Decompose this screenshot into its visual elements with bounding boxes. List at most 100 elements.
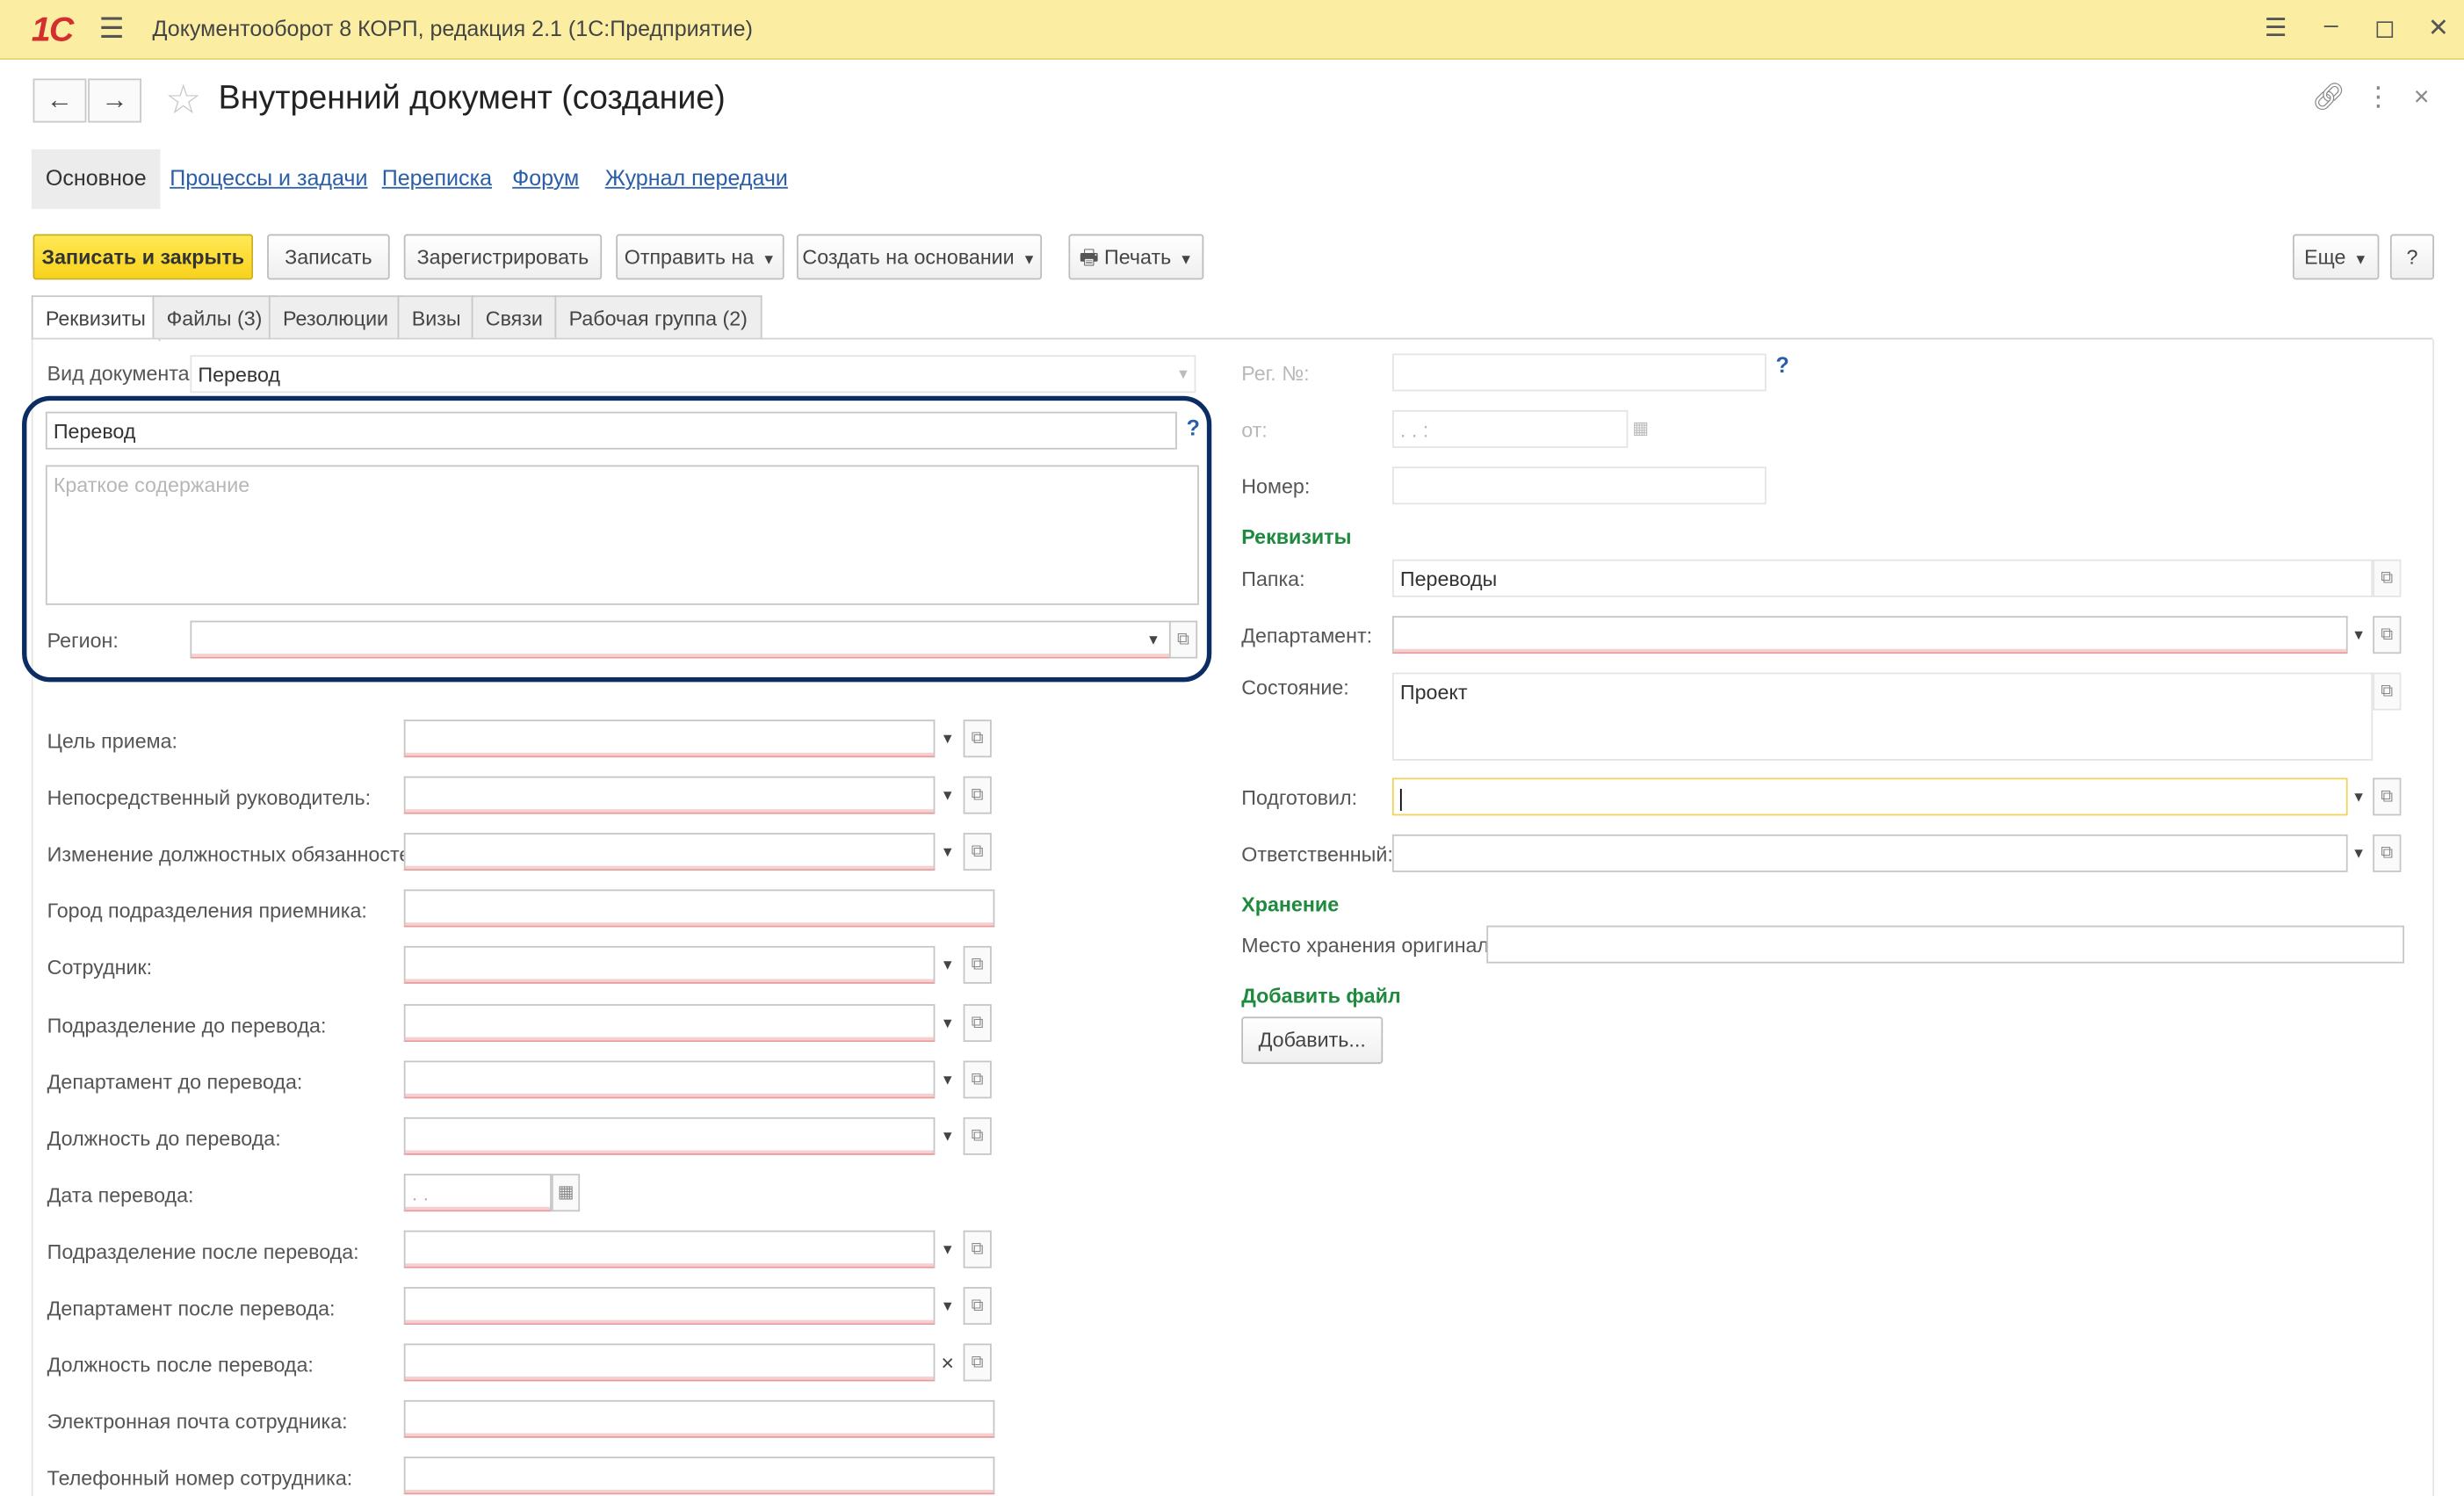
input-field[interactable] — [403, 1456, 995, 1495]
calendar-icon[interactable]: ▦ — [1628, 410, 1653, 448]
tab-files[interactable]: Файлы (3) — [152, 295, 277, 340]
open-icon[interactable]: ⧉ — [2373, 616, 2402, 654]
reg-no-field[interactable] — [1391, 353, 1767, 392]
input-field[interactable] — [403, 1117, 936, 1155]
input-field[interactable] — [403, 1060, 936, 1099]
tab-resolutions[interactable]: Резолюции — [268, 295, 403, 340]
input-field[interactable] — [403, 1230, 936, 1268]
help-button[interactable]: ? — [2389, 234, 2435, 280]
chevron-down-icon[interactable]: ▼ — [2346, 616, 2372, 654]
open-icon[interactable]: ⧉ — [2373, 777, 2402, 816]
input-field[interactable] — [403, 719, 936, 758]
input-field[interactable] — [403, 1004, 936, 1043]
date-from-label: от: — [1241, 417, 1268, 442]
state-label: Состояние: — [1241, 676, 1349, 700]
help-icon[interactable]: ? — [1775, 352, 1788, 378]
print-label: Печать — [1104, 245, 1172, 269]
section-add-file: Добавить файл — [1241, 983, 1401, 1008]
more-actions-icon[interactable]: ⋮ — [2365, 82, 2391, 113]
input-field[interactable] — [403, 776, 936, 814]
close-form-icon[interactable]: × — [2414, 82, 2430, 113]
open-icon[interactable]: ⧉ — [963, 1230, 992, 1268]
save-button[interactable]: Записать — [267, 234, 390, 280]
chevron-down-icon[interactable]: ▼ — [935, 833, 960, 871]
number-field[interactable] — [1391, 466, 1767, 505]
responsible-field[interactable] — [1391, 834, 2348, 872]
print-button[interactable]: 🖶︎ Печать ▼ — [1068, 234, 1204, 280]
nav-processes[interactable]: Процессы и задачи — [170, 149, 367, 209]
app-window: 1С ☰ Документооборот 8 КОРП, редакция 2.… — [0, 0, 2464, 1496]
chevron-down-icon[interactable]: ▼ — [935, 777, 960, 814]
chevron-down-icon[interactable]: ▼ — [935, 1060, 960, 1098]
save-and-close-button[interactable]: Записать и закрыть — [33, 234, 254, 280]
nav-main[interactable]: Основное — [31, 148, 161, 209]
register-button[interactable]: Зарегистрировать — [403, 234, 603, 280]
input-field[interactable] — [403, 889, 995, 928]
storage-field[interactable] — [1486, 925, 2405, 964]
input-field[interactable] — [403, 945, 936, 984]
folder-field[interactable]: Переводы — [1391, 559, 2374, 597]
create-based-on-button[interactable]: Создать на основании ▼ — [796, 234, 1043, 280]
close-window-icon[interactable]: ✕ — [2428, 12, 2449, 44]
field-label: Цель приема: — [47, 729, 178, 753]
settings-menu-icon[interactable]: ☰ — [2265, 12, 2287, 44]
link-icon[interactable]: 🔗︎ — [2311, 82, 2345, 113]
field-label: Сотрудник: — [47, 955, 153, 979]
minimize-icon[interactable]: – — [2324, 12, 2338, 40]
reg-date-field[interactable]: . . : — [1391, 409, 1629, 448]
favorite-star-icon[interactable]: ☆ — [165, 76, 202, 124]
nav-transfer-log[interactable]: Журнал передачи — [605, 149, 788, 209]
chevron-down-icon[interactable]: ▼ — [935, 1117, 960, 1155]
back-button[interactable]: ← — [33, 78, 87, 123]
chevron-down-icon[interactable]: ▼ — [935, 1231, 960, 1268]
input-field[interactable] — [403, 833, 936, 871]
calendar-icon[interactable]: ▦ — [551, 1174, 581, 1212]
prepared-by-field[interactable] — [1391, 777, 2348, 816]
tab-divider — [31, 337, 2433, 340]
open-icon[interactable]: ⧉ — [963, 1117, 992, 1155]
main-menu-icon[interactable]: ☰ — [99, 12, 125, 46]
chevron-down-icon[interactable]: ▼ — [935, 719, 960, 757]
add-file-button[interactable]: Добавить... — [1241, 1016, 1384, 1065]
chevron-down-icon[interactable]: ▼ — [935, 1004, 960, 1042]
open-icon[interactable]: ⧉ — [963, 719, 992, 758]
open-icon[interactable]: ⧉ — [963, 1060, 992, 1099]
open-icon[interactable]: ⧉ — [963, 1343, 992, 1382]
open-icon[interactable]: ⧉ — [2373, 834, 2402, 872]
app-logo: 1С — [31, 9, 75, 49]
department-field[interactable] — [1391, 616, 2348, 654]
input-field[interactable] — [403, 1343, 936, 1382]
open-icon[interactable]: ⧉ — [963, 776, 992, 814]
doc-type-field[interactable]: Перевод — [190, 355, 1196, 394]
restore-icon[interactable]: ◻ — [2374, 12, 2395, 44]
tab-links[interactable]: Связи — [471, 295, 558, 340]
nav-correspondence[interactable]: Переписка — [382, 149, 492, 209]
state-field[interactable]: Проект — [1391, 672, 2374, 761]
open-icon[interactable]: ⧉ — [963, 1004, 992, 1043]
open-icon[interactable]: ⧉ — [963, 1287, 992, 1326]
more-button[interactable]: Еще ▼ — [2293, 234, 2380, 280]
tab-work-group[interactable]: Рабочая группа (2) — [554, 295, 762, 340]
date-field[interactable]: . . — [403, 1174, 552, 1212]
chevron-down-icon[interactable]: ▼ — [1171, 355, 1196, 393]
chevron-down-icon[interactable]: ▼ — [2346, 835, 2372, 872]
field-label: Департамент до перевода: — [47, 1070, 303, 1095]
chevron-down-icon[interactable]: ▼ — [935, 946, 960, 984]
input-field[interactable] — [403, 1399, 995, 1438]
open-icon[interactable]: ⧉ — [2373, 672, 2402, 711]
department-label: Департамент: — [1241, 624, 1373, 648]
open-icon[interactable]: ⧉ — [963, 945, 992, 984]
input-field[interactable] — [403, 1287, 936, 1326]
folder-label: Папка: — [1241, 567, 1305, 591]
send-to-button[interactable]: Отправить на ▼ — [616, 234, 784, 280]
more-label: Еще — [2304, 245, 2346, 269]
clear-icon[interactable]: × — [935, 1343, 960, 1381]
open-icon[interactable]: ⧉ — [2373, 559, 2402, 597]
tab-visas[interactable]: Визы — [397, 295, 475, 340]
chevron-down-icon[interactable]: ▼ — [935, 1287, 960, 1325]
nav-forum[interactable]: Форум — [512, 149, 579, 209]
tab-requisites[interactable]: Реквизиты — [31, 295, 160, 342]
forward-button[interactable]: → — [88, 78, 142, 123]
open-icon[interactable]: ⧉ — [963, 833, 992, 871]
chevron-down-icon[interactable]: ▼ — [2346, 777, 2372, 815]
